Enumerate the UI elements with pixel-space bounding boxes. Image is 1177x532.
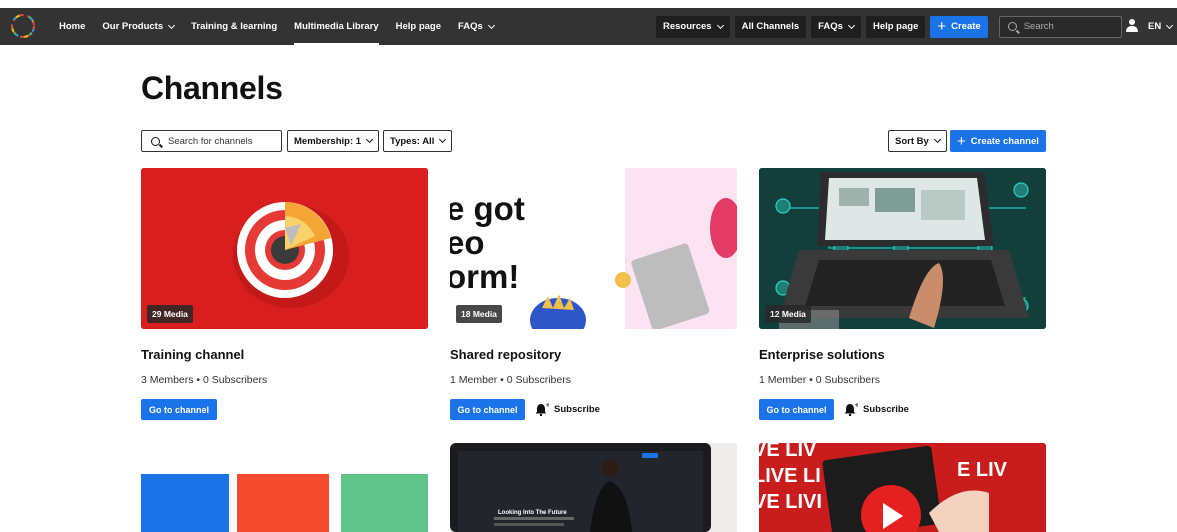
nav-help-page[interactable]: Help page bbox=[396, 8, 441, 45]
bell-icon: + bbox=[535, 403, 549, 416]
channel-title[interactable]: Enterprise solutions bbox=[759, 347, 885, 362]
subscribe-button[interactable]: + Subscribe bbox=[535, 403, 600, 416]
search-icon bbox=[1007, 22, 1017, 31]
main-nav: Home Our Products Training & learning Mu… bbox=[59, 8, 511, 45]
svg-text:+: + bbox=[546, 403, 550, 409]
subscribe-button[interactable]: + Subscribe bbox=[844, 403, 909, 416]
all-channels-button[interactable]: All Channels bbox=[734, 15, 807, 38]
channel-thumbnail[interactable] bbox=[141, 443, 428, 532]
red-block bbox=[237, 474, 329, 532]
nav-faqs[interactable]: FAQs bbox=[458, 8, 495, 45]
channel-stats: 3 Members • 0 Subscribers bbox=[141, 374, 268, 386]
go-to-channel-button[interactable]: Go to channel bbox=[141, 399, 217, 420]
brand-logo-icon[interactable] bbox=[9, 12, 37, 40]
nav-multimedia-library[interactable]: Multimedia Library bbox=[294, 8, 380, 45]
chevron-down-icon bbox=[933, 135, 941, 144]
create-channel-button[interactable]: + Create channel bbox=[950, 130, 1046, 152]
user-icon[interactable] bbox=[1126, 19, 1138, 33]
plus-icon: + bbox=[957, 132, 966, 150]
channel-thumbnail[interactable]: 12 Media bbox=[759, 168, 1046, 329]
page-title: Channels bbox=[141, 70, 283, 106]
chevron-down-icon bbox=[487, 21, 495, 29]
types-filter-dropdown[interactable]: Types: All bbox=[383, 130, 453, 152]
create-button[interactable]: + Create bbox=[930, 15, 988, 38]
channel-stats: 1 Member • 0 Subscribers bbox=[450, 374, 571, 386]
go-to-channel-button[interactable]: Go to channel bbox=[450, 399, 525, 420]
membership-filter-dropdown[interactable]: Membership: 1 bbox=[287, 130, 380, 152]
faqs-menu-button[interactable]: FAQs bbox=[811, 15, 861, 38]
channel-thumbnail[interactable]: e got eo orm! 18 Media bbox=[450, 168, 737, 329]
help-page-button[interactable]: Help page bbox=[865, 15, 926, 38]
blue-block bbox=[141, 474, 229, 532]
chevron-down-icon bbox=[847, 21, 855, 29]
go-to-channel-button[interactable]: Go to channel bbox=[759, 399, 834, 420]
nav-training-learning[interactable]: Training & learning bbox=[191, 8, 277, 45]
resources-menu-button[interactable]: Resources bbox=[656, 15, 730, 38]
chevron-down-icon bbox=[1166, 21, 1174, 29]
channel-thumbnail[interactable]: 29 Media bbox=[141, 168, 428, 329]
sort-by-dropdown[interactable]: Sort By bbox=[888, 130, 947, 152]
chevron-down-icon bbox=[366, 135, 374, 144]
channel-stats: 1 Member • 0 Subscribers bbox=[759, 374, 880, 386]
channel-thumbnail[interactable]: Looking Into The Future bbox=[450, 443, 737, 532]
chevron-down-icon bbox=[168, 21, 176, 29]
search-icon bbox=[151, 136, 160, 146]
channel-title[interactable]: Training channel bbox=[141, 347, 244, 362]
promo-text: e got eo orm! bbox=[450, 190, 525, 295]
nav-home[interactable]: Home bbox=[59, 8, 85, 45]
bell-icon: + bbox=[844, 403, 858, 416]
language-selector[interactable]: EN bbox=[1148, 8, 1174, 45]
global-search-input[interactable]: Search bbox=[998, 15, 1122, 38]
media-count-badge: 29 Media bbox=[147, 305, 193, 323]
media-count-badge: 18 Media bbox=[456, 305, 502, 323]
notebook-play-icon bbox=[822, 445, 989, 532]
plus-icon: + bbox=[937, 18, 947, 35]
nav-our-products[interactable]: Our Products bbox=[102, 8, 176, 45]
live-pattern-text: VE LIV LIVE LI VE LIVI bbox=[759, 443, 822, 513]
channel-thumbnail[interactable]: VE LIV LIVE LI VE LIVI E LIV bbox=[759, 443, 1046, 532]
chevron-down-icon bbox=[716, 21, 724, 29]
video-slide-title: Looking Into The Future bbox=[498, 510, 567, 516]
top-navbar: Home Our Products Training & learning Mu… bbox=[0, 8, 1177, 45]
green-block bbox=[341, 474, 428, 532]
media-count-badge: 12 Media bbox=[765, 305, 811, 323]
video-portal-screenshot-icon bbox=[450, 443, 737, 532]
channel-search-input[interactable]: Search for channels bbox=[141, 130, 282, 152]
channel-title[interactable]: Shared repository bbox=[450, 347, 561, 362]
nav-actions: Resources All Channels FAQs Help page + C… bbox=[656, 14, 1122, 39]
chevron-down-icon bbox=[439, 135, 447, 144]
svg-text:+: + bbox=[855, 403, 859, 409]
